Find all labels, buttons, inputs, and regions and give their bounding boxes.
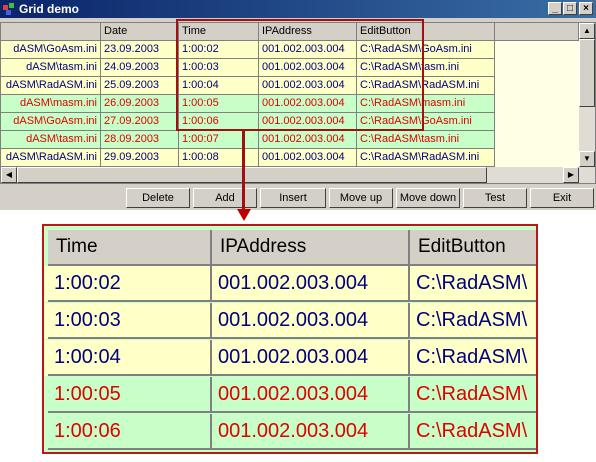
window-title: Grid demo (19, 2, 80, 16)
cell-date[interactable]: 26.09.2003 (101, 95, 179, 113)
maximize-button[interactable]: □ (563, 2, 577, 15)
zoom-cell-ipaddress: 001.002.003.004 (212, 266, 410, 302)
cell-file[interactable]: dASM\RadASM.ini (1, 77, 101, 95)
table-row[interactable]: dASM\RadASM.ini 29.09.2003 1:00:08 001.002.… (1, 149, 495, 167)
zoom-cell-editbutton: C:\RadASM\ (410, 377, 536, 413)
cell-editbutton[interactable]: C:\RadASM\tasm.ini (357, 131, 495, 149)
cell-file[interactable]: dASM\GoAsm.ini (1, 41, 101, 59)
cell-file[interactable]: dASM\RadASM.ini (1, 149, 101, 167)
zoom-row: 1:00:04 001.002.003.004 C:\RadASM\ (44, 340, 536, 376)
zoom-cell-ipaddress: 001.002.003.004 (212, 340, 410, 376)
zoom-row: 1:00:06 001.002.003.004 C:\RadASM\ (44, 414, 536, 450)
move-up-button[interactable]: Move up (329, 188, 393, 208)
cell-date[interactable]: 25.09.2003 (101, 77, 179, 95)
column-header-file[interactable] (1, 23, 101, 41)
title-bar[interactable]: Grid demo _ □ × (0, 0, 596, 18)
cell-file[interactable]: dASM\tasm.ini (1, 131, 101, 149)
zoom-cell-time: 1:00:03 (48, 303, 212, 339)
cell-date[interactable]: 23.09.2003 (101, 41, 179, 59)
cell-date[interactable]: 29.09.2003 (101, 149, 179, 167)
cell-time[interactable]: 1:00:08 (179, 149, 259, 167)
callout-arrow-head-icon (237, 209, 251, 221)
column-header-date[interactable]: Date (101, 23, 179, 41)
zoom-cell-ipaddress: 001.002.003.004 (212, 377, 410, 413)
zoom-header-time: Time (48, 230, 212, 266)
zoom-header-ipaddress: IPAddress (212, 230, 410, 266)
scroll-down-arrow-icon[interactable]: ▼ (579, 151, 595, 167)
cell-date[interactable]: 24.09.2003 (101, 59, 179, 77)
delete-button[interactable]: Delete (126, 188, 190, 208)
zoom-cell-editbutton: C:\RadASM\ (410, 266, 536, 302)
move-down-button[interactable]: Move down (396, 188, 460, 208)
cell-editbutton[interactable]: C:\RadASM\RadASM.ini (357, 149, 495, 167)
zoom-cell-time: 1:00:05 (48, 377, 212, 413)
zoomed-grid-view: Time IPAddress EditButton 1:00:02 001.002… (42, 224, 538, 454)
cell-file[interactable]: dASM\GoAsm.ini (1, 113, 101, 131)
minimize-button[interactable]: _ (548, 2, 562, 15)
zoom-cell-editbutton: C:\RadASM\ (410, 340, 536, 376)
cell-date[interactable]: 27.09.2003 (101, 113, 179, 131)
cell-date[interactable]: 28.09.2003 (101, 131, 179, 149)
table-row[interactable]: dASM\tasm.ini 28.09.2003 1:00:07 001.002.00… (1, 131, 495, 149)
exit-button[interactable]: Exit (530, 188, 594, 208)
zoom-cell-time: 1:00:06 (48, 414, 212, 450)
zoom-cell-time: 1:00:02 (48, 266, 212, 302)
vertical-scroll-thumb[interactable] (579, 39, 595, 107)
column-header-filler (495, 23, 579, 41)
test-button[interactable]: Test (463, 188, 527, 208)
cell-time[interactable]: 1:00:07 (179, 131, 259, 149)
scroll-right-arrow-icon[interactable]: ▶ (563, 167, 579, 183)
horizontal-scroll-thumb[interactable] (17, 167, 487, 183)
scroll-up-arrow-icon[interactable]: ▲ (579, 23, 595, 39)
zoom-cell-ipaddress: 001.002.003.004 (212, 414, 410, 450)
scroll-left-arrow-icon[interactable]: ◀ (1, 167, 17, 183)
zoom-row: 1:00:05 001.002.003.004 C:\RadASM\ (44, 377, 536, 413)
zoom-cell-editbutton: C:\RadASM\ (410, 414, 536, 450)
cell-file[interactable]: dASM\masm.ini (1, 95, 101, 113)
cell-ipaddress[interactable]: 001.002.003.004 (259, 131, 357, 149)
zoom-header-editbutton: EditButton (410, 230, 536, 266)
vertical-scrollbar[interactable]: ▲ ▼ (579, 23, 595, 167)
callout-arrow-line (242, 131, 245, 211)
zoom-row: 1:00:03 001.002.003.004 C:\RadASM\ (44, 303, 536, 339)
zoom-cell-ipaddress: 001.002.003.004 (212, 303, 410, 339)
horizontal-scrollbar[interactable]: ◀ ▶ (1, 167, 595, 183)
cell-ipaddress[interactable]: 001.002.003.004 (259, 149, 357, 167)
zoom-cell-time: 1:00:04 (48, 340, 212, 376)
highlight-frame (176, 19, 424, 131)
insert-button[interactable]: Insert (260, 188, 326, 208)
add-button[interactable]: Add (193, 188, 257, 208)
close-button[interactable]: × (579, 2, 593, 15)
zoom-row: 1:00:02 001.002.003.004 C:\RadASM\ (44, 266, 536, 302)
cell-file[interactable]: dASM\tasm.ini (1, 59, 101, 77)
zoom-cell-editbutton: C:\RadASM\ (410, 303, 536, 339)
app-icon (3, 3, 14, 15)
